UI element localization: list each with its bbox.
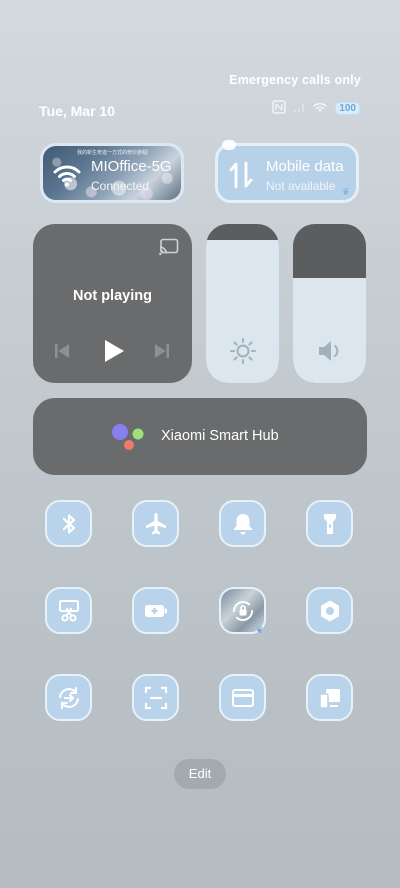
- settings-toggle[interactable]: [306, 587, 353, 634]
- data-saver-toggle[interactable]: [45, 674, 92, 721]
- butterfly-icon: ❦: [341, 187, 350, 198]
- sync-icon: [58, 686, 79, 709]
- status-icons: 100: [272, 100, 360, 117]
- gear-hex-icon: [320, 600, 339, 621]
- butterfly-icon: ❦: [256, 625, 264, 635]
- volume-fill: [293, 278, 366, 383]
- cloud-decoration-icon: [222, 140, 236, 150]
- smart-hub-label: Xiaomi Smart Hub: [161, 428, 279, 444]
- smart-hub-icon: [112, 424, 144, 450]
- play-icon[interactable]: [103, 339, 125, 363]
- emergency-calls-text: Emergency calls only: [229, 73, 361, 87]
- volume-icon: [318, 341, 338, 361]
- screenshot-toggle[interactable]: [45, 587, 92, 634]
- brightness-icon: [229, 338, 256, 364]
- bluetooth-icon: [62, 513, 75, 534]
- lock-rotate-icon: [232, 600, 253, 621]
- wifi-icon: [53, 165, 81, 187]
- next-track-icon[interactable]: [153, 343, 171, 359]
- nfc-icon: [272, 100, 287, 117]
- ringer-toggle[interactable]: [219, 500, 266, 547]
- volume-slider[interactable]: [293, 224, 366, 383]
- wifi-status-icon: [312, 101, 328, 116]
- airplane-icon: [145, 512, 166, 534]
- device-connect-toggle[interactable]: [306, 674, 353, 721]
- mobile-data-title: Mobile data: [266, 158, 344, 175]
- airplane-mode-toggle[interactable]: [132, 500, 179, 547]
- wifi-tile[interactable]: 我的新生奇迹一方式的奇妙旅程! MIOffice-5G Connected: [40, 143, 184, 203]
- wallet-toggle[interactable]: [219, 674, 266, 721]
- flashlight-icon: [323, 513, 336, 534]
- previous-track-icon[interactable]: [53, 343, 71, 359]
- wifi-status: Connected: [91, 179, 150, 193]
- scissors-icon: [58, 599, 79, 622]
- scan-icon: [144, 686, 167, 709]
- wifi-tile-caption: 我的新生奇迹一方式的奇妙旅程!: [77, 150, 149, 156]
- cast-icon[interactable]: [159, 238, 179, 256]
- card-icon: [231, 688, 254, 707]
- mobile-data-status: Not available: [266, 179, 336, 193]
- mobile-data-icon: [229, 161, 253, 189]
- battery-plus-icon: [144, 604, 167, 617]
- bell-icon: [233, 513, 252, 534]
- flashlight-toggle[interactable]: [306, 500, 353, 547]
- battery-saver-toggle[interactable]: [132, 587, 179, 634]
- date-label: Tue, Mar 10: [39, 103, 115, 119]
- edit-button[interactable]: Edit: [174, 759, 226, 789]
- signal-icon: [293, 101, 305, 116]
- wifi-network-name: MIOffice-5G: [91, 158, 172, 175]
- media-player[interactable]: Not playing: [33, 224, 192, 383]
- smart-hub-tile[interactable]: Xiaomi Smart Hub: [33, 398, 367, 475]
- devices-icon: [318, 688, 340, 709]
- scanner-toggle[interactable]: [132, 674, 179, 721]
- bluetooth-toggle[interactable]: [45, 500, 92, 547]
- battery-indicator: 100: [335, 102, 360, 115]
- media-status: Not playing: [73, 288, 152, 304]
- brightness-slider[interactable]: [206, 224, 279, 383]
- mobile-data-tile[interactable]: Mobile data Not available ❦: [215, 140, 359, 203]
